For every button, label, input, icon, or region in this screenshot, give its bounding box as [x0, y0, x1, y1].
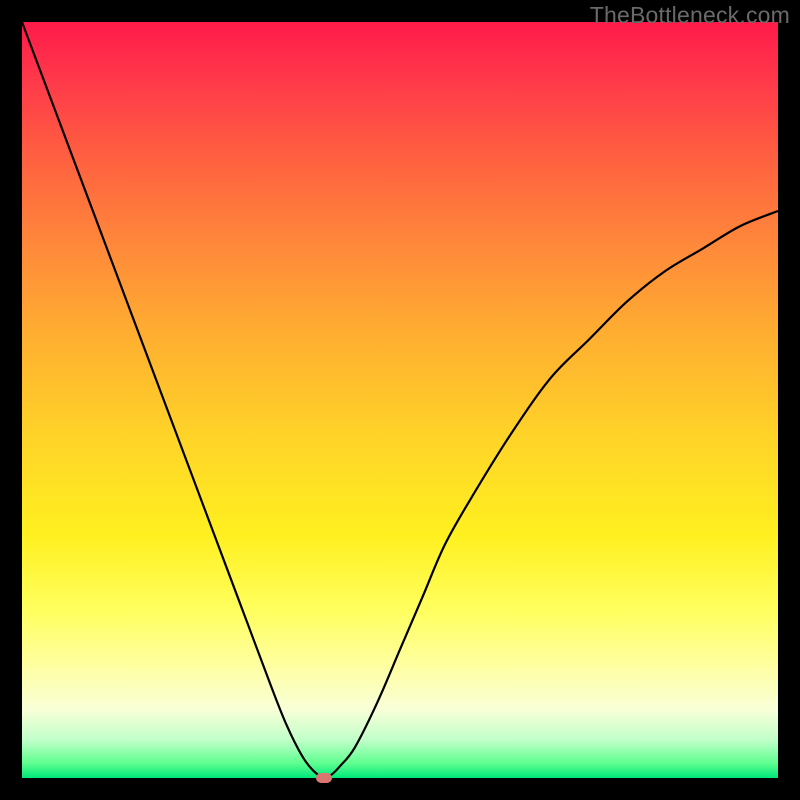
bottleneck-curve	[22, 22, 778, 778]
chart-area	[22, 22, 778, 778]
optimum-marker	[316, 773, 332, 783]
watermark-text: TheBottleneck.com	[590, 2, 790, 29]
